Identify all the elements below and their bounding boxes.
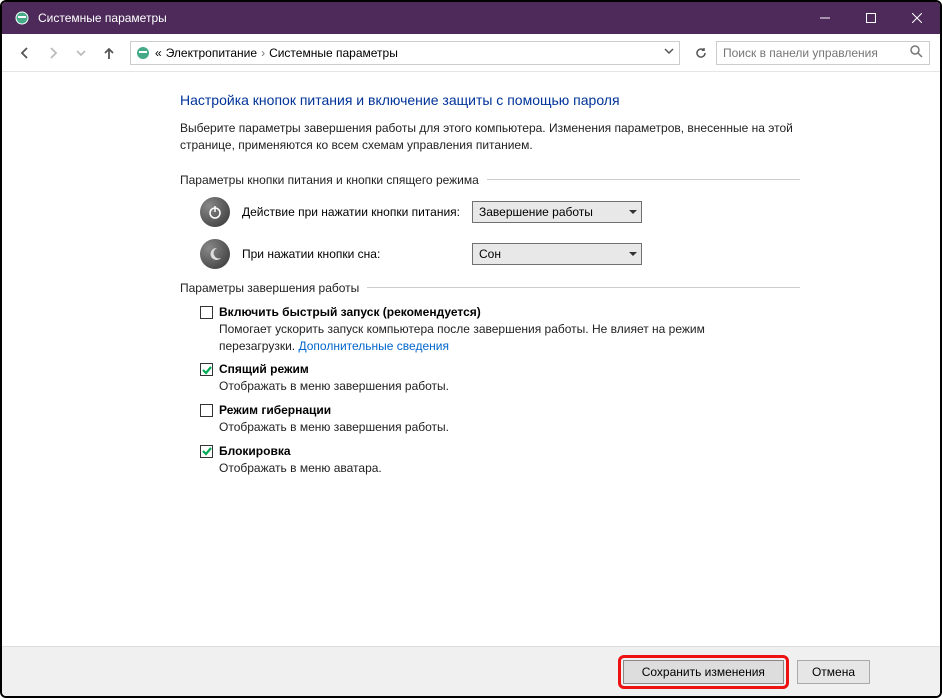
search-box[interactable]	[716, 41, 930, 65]
titlebar: Системные параметры	[2, 2, 940, 34]
lock-checkbox[interactable]	[200, 445, 213, 458]
search-icon	[910, 45, 923, 61]
sleep-desc: Отображать в меню завершения работы.	[219, 378, 779, 395]
window-title: Системные параметры	[38, 11, 802, 25]
content-area: Настройка кнопок питания и включение защ…	[2, 72, 940, 646]
refresh-button[interactable]	[688, 41, 714, 65]
chevron-down-icon	[629, 208, 637, 216]
breadcrumb-prefix: «	[155, 46, 162, 60]
fast-startup-label: Включить быстрый запуск (рекомендуется)	[219, 305, 481, 319]
chevron-right-icon[interactable]: ›	[261, 46, 265, 60]
chevron-down-icon	[629, 250, 637, 258]
power-icon	[200, 197, 230, 227]
forward-button[interactable]	[40, 40, 66, 66]
cancel-button[interactable]: Отмена	[797, 660, 870, 684]
power-button-action-row: Действие при нажатии кнопки питания: Зав…	[200, 197, 800, 227]
lock-desc: Отображать в меню аватара.	[219, 460, 779, 477]
up-button[interactable]	[96, 40, 122, 66]
sleep-label: Спящий режим	[219, 362, 309, 376]
fast-startup-option: Включить быстрый запуск (рекомендуется) …	[200, 305, 800, 355]
moon-icon	[200, 239, 230, 269]
hibernate-desc: Отображать в меню завершения работы.	[219, 419, 779, 436]
sleep-option: Спящий режим Отображать в меню завершени…	[200, 362, 800, 395]
power-options-icon	[14, 10, 30, 26]
hibernate-checkbox[interactable]	[200, 404, 213, 417]
maximize-button[interactable]	[848, 2, 894, 34]
search-input[interactable]	[723, 46, 910, 60]
breadcrumb-item[interactable]: Электропитание	[166, 46, 257, 60]
section-header-shutdown: Параметры завершения работы	[180, 281, 800, 295]
footer: Сохранить изменения Отмена	[2, 646, 940, 696]
lock-option: Блокировка Отображать в меню аватара.	[200, 444, 800, 477]
power-button-select[interactable]: Завершение работы	[472, 201, 642, 223]
back-button[interactable]	[12, 40, 38, 66]
navigation-bar: « Электропитание › Системные параметры	[2, 34, 940, 72]
page-description: Выберите параметры завершения работы для…	[180, 120, 800, 155]
save-button[interactable]: Сохранить изменения	[623, 660, 784, 684]
sleep-button-action-row: При нажатии кнопки сна: Сон	[200, 239, 800, 269]
window: Системные параметры « Электропитание › С…	[0, 0, 942, 698]
close-button[interactable]	[894, 2, 940, 34]
save-button-highlight: Сохранить изменения	[618, 655, 789, 689]
address-dropdown[interactable]	[663, 45, 675, 60]
sleep-button-select[interactable]: Сон	[472, 243, 642, 265]
more-info-link[interactable]: Дополнительные сведения	[298, 339, 448, 353]
hibernate-option: Режим гибернации Отображать в меню завер…	[200, 403, 800, 436]
sleep-button-label: При нажатии кнопки сна:	[242, 247, 460, 261]
power-options-icon	[135, 45, 151, 61]
minimize-button[interactable]	[802, 2, 848, 34]
sleep-checkbox[interactable]	[200, 363, 213, 376]
hibernate-label: Режим гибернации	[219, 403, 331, 417]
breadcrumb-item[interactable]: Системные параметры	[269, 46, 398, 60]
fast-startup-desc: Помогает ускорить запуск компьютера посл…	[219, 321, 779, 355]
address-bar[interactable]: « Электропитание › Системные параметры	[130, 41, 680, 65]
section-header-buttons: Параметры кнопки питания и кнопки спящег…	[180, 173, 800, 187]
lock-label: Блокировка	[219, 444, 291, 458]
recent-dropdown[interactable]	[68, 40, 94, 66]
fast-startup-checkbox[interactable]	[200, 306, 213, 319]
page-heading: Настройка кнопок питания и включение защ…	[180, 92, 800, 108]
power-button-label: Действие при нажатии кнопки питания:	[242, 205, 460, 219]
